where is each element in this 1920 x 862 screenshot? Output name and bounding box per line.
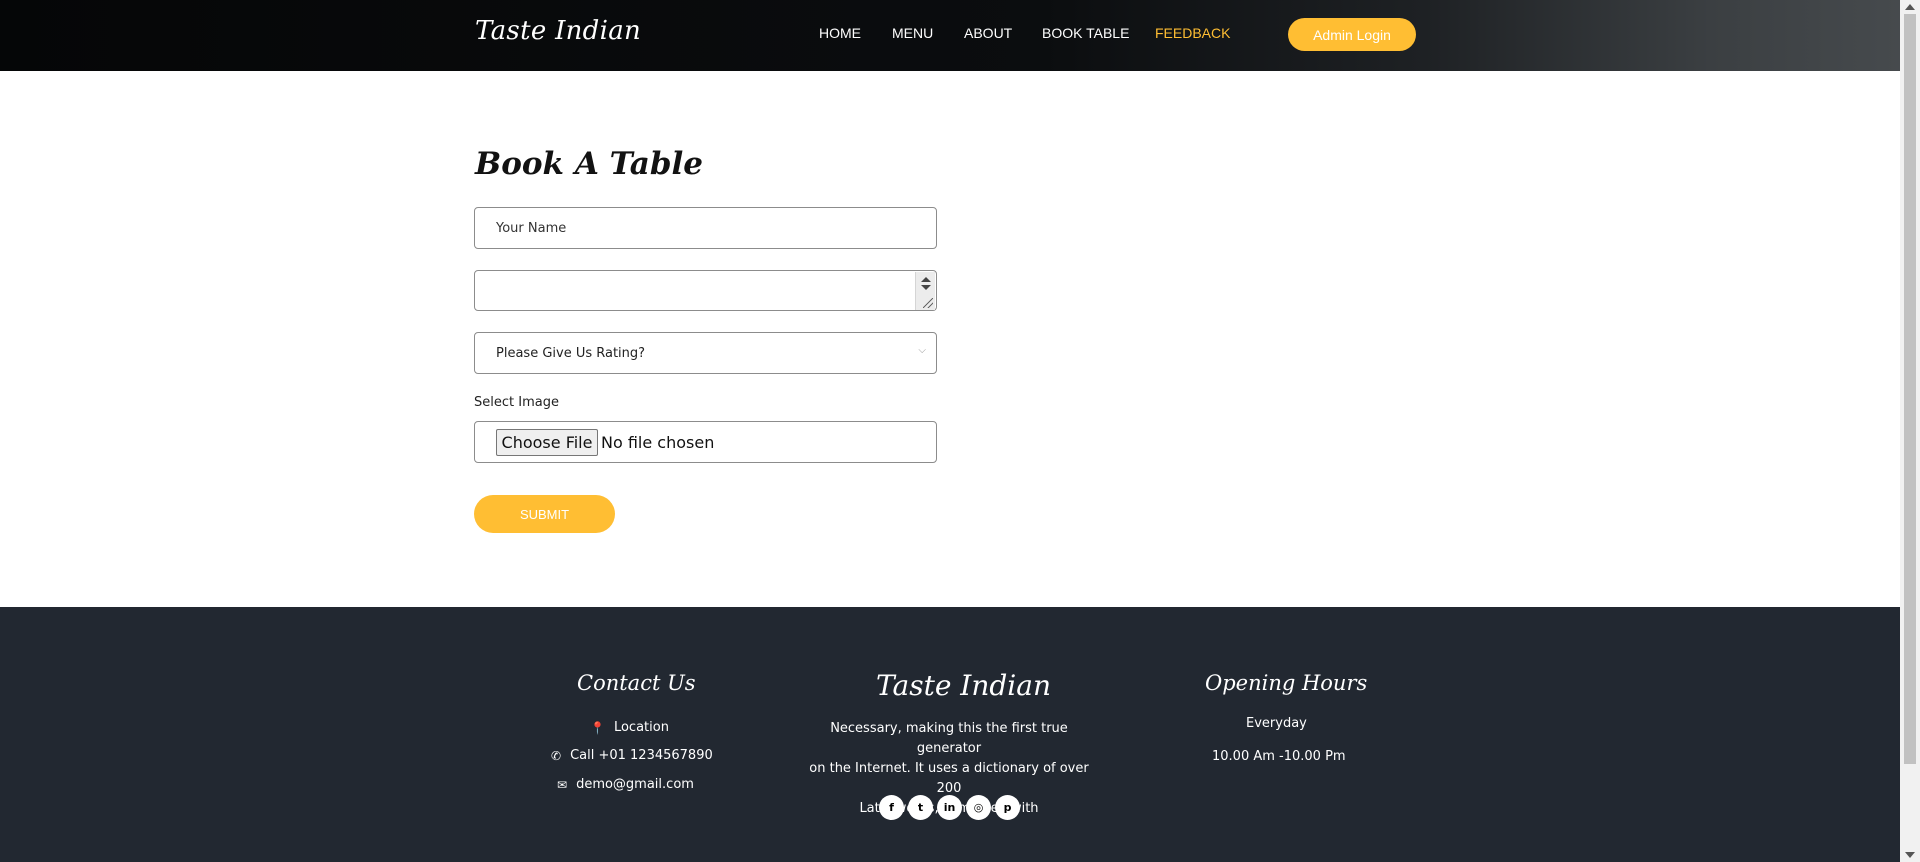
facebook-icon[interactable]: f (879, 795, 904, 820)
nav-feedback[interactable]: FEEDBACK (1155, 25, 1230, 41)
nav-menu[interactable]: MENU (892, 25, 933, 41)
pinterest-icon[interactable]: p (995, 795, 1020, 820)
contact-phone[interactable]: ✆ Call +01 1234567890 (551, 748, 713, 763)
admin-login-button[interactable]: Admin Login (1288, 18, 1416, 51)
contact-email[interactable]: ✉ demo@gmail.com (557, 777, 694, 792)
description-line-1: Necessary, making this the first true ge… (830, 721, 1068, 756)
phone-icon: ✆ (551, 748, 562, 763)
select-image-label: Select Image (474, 395, 559, 410)
envelope-icon: ✉ (557, 777, 568, 792)
location-text: Location (613, 720, 669, 735)
social-links: f t in ◎ p (879, 795, 1020, 820)
site-header: Taste Indian HOME MENU ABOUT BOOK TABLE … (0, 0, 1900, 71)
instagram-icon[interactable]: ◎ (966, 795, 991, 820)
file-field: Choose File No file chosen (474, 421, 937, 463)
page-scrollbar[interactable] (1900, 0, 1920, 862)
contact-location[interactable]: 📍 Location (590, 720, 669, 735)
scroll-up-icon[interactable] (1905, 4, 1915, 10)
number-spinner[interactable] (915, 272, 935, 310)
site-footer: Contact Us 📍 Location ✆ Call +01 1234567… (0, 607, 1900, 862)
name-field (474, 207, 937, 249)
contact-heading: Contact Us (577, 671, 696, 695)
hours-column: Opening Hours (1205, 671, 1368, 695)
scroll-thumb[interactable] (1904, 14, 1916, 764)
nav-about[interactable]: ABOUT (964, 25, 1012, 41)
chevron-down-icon: ⌵ (918, 345, 926, 356)
hours-time: 10.00 Am -10.00 Pm (1212, 749, 1346, 764)
rating-select-value: Please Give Us Rating? (496, 346, 646, 361)
linkedin-icon[interactable]: in (937, 795, 962, 820)
number-input[interactable] (475, 271, 936, 310)
brand-logo[interactable]: Taste Indian (475, 16, 641, 46)
hours-heading: Opening Hours (1205, 671, 1368, 695)
choose-file-button[interactable]: Choose File (496, 429, 598, 456)
nav-home[interactable]: HOME (819, 25, 861, 41)
spin-up-icon[interactable] (921, 277, 931, 282)
nav-book-table[interactable]: BOOK TABLE (1042, 25, 1129, 41)
number-field (474, 270, 937, 311)
resize-grip-icon[interactable] (923, 298, 933, 308)
file-status-text: No file chosen (601, 433, 715, 452)
map-marker-icon: 📍 (590, 720, 605, 735)
phone-text: Call +01 1234567890 (570, 748, 713, 763)
scroll-down-icon[interactable] (1905, 852, 1915, 858)
email-text: demo@gmail.com (576, 777, 694, 792)
contact-column: Contact Us (577, 671, 747, 695)
spin-down-icon[interactable] (921, 285, 931, 290)
hours-days: Everyday (1246, 716, 1307, 731)
footer-brand[interactable]: Taste Indian (876, 669, 1051, 702)
name-input[interactable] (475, 208, 936, 248)
page-title: Book A Table (475, 146, 704, 182)
twitter-icon[interactable]: t (908, 795, 933, 820)
about-column: Taste Indian (876, 669, 1051, 702)
rating-select[interactable]: Please Give Us Rating? ⌵ (474, 332, 937, 374)
description-line-2: on the Internet. It uses a dictionary of… (809, 761, 1089, 796)
submit-button[interactable]: SUBMIT (474, 495, 615, 533)
